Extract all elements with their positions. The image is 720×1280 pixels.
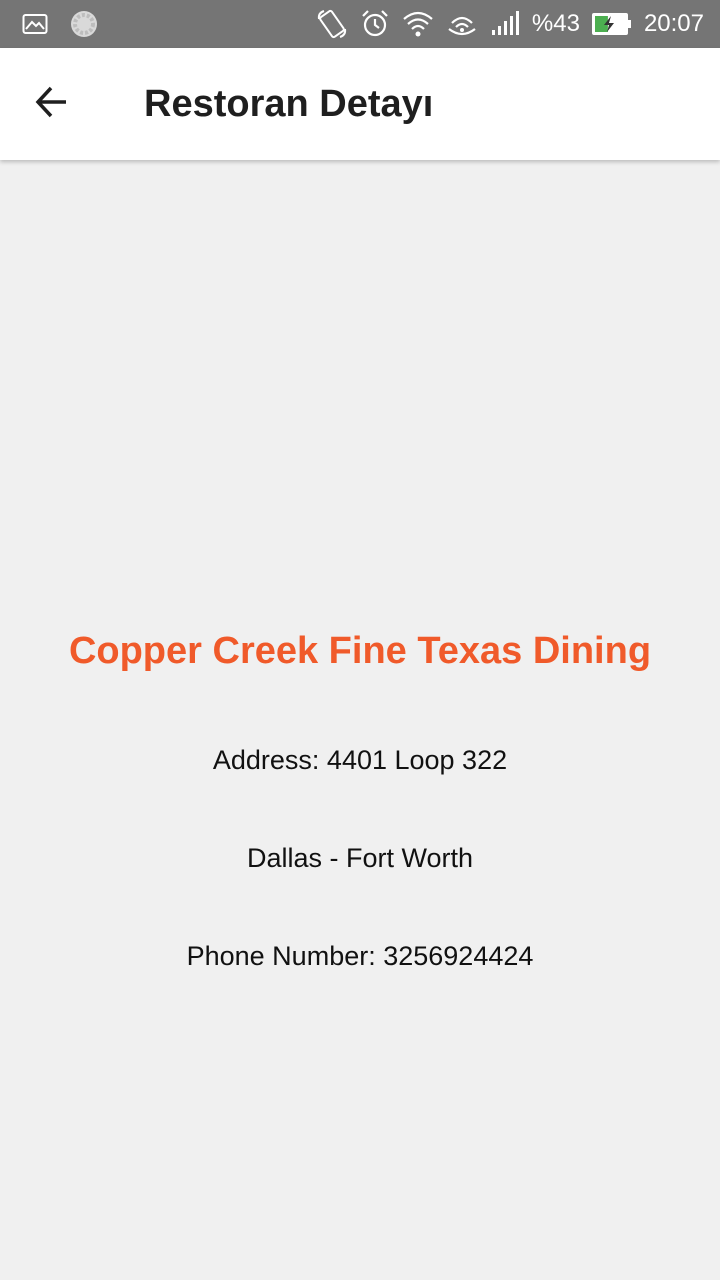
image-icon [22, 13, 48, 35]
loading-icon [70, 10, 98, 38]
back-button[interactable] [24, 76, 80, 132]
battery-percent: %43 [531, 10, 580, 37]
restaurant-address: Address: 4401 Loop 322 [212, 745, 508, 775]
battery-charging-icon [591, 12, 632, 36]
status-bar: %43 20:07 [0, 0, 720, 48]
wifi-icon [402, 9, 434, 39]
hotspot-icon [446, 9, 478, 39]
status-bar-left [22, 10, 120, 38]
restaurant-name: Copper Creek Fine Texas Dining [68, 630, 652, 672]
clock: 20:07 [643, 10, 704, 37]
rotate-icon [316, 9, 348, 39]
signal-icon [490, 11, 520, 37]
restaurant-detail: Copper Creek Fine Texas Dining Address: … [0, 160, 720, 1280]
status-bar-right: %43 20:07 [304, 9, 704, 39]
restaurant-phone: Phone Number: 3256924424 [186, 941, 534, 971]
arrow-back-icon [34, 84, 70, 125]
alarm-icon [360, 9, 390, 39]
restaurant-city: Dallas - Fort Worth [246, 843, 474, 873]
page-title: Restoran Detayı [144, 82, 434, 125]
app-bar: Restoran Detayı [0, 48, 720, 160]
